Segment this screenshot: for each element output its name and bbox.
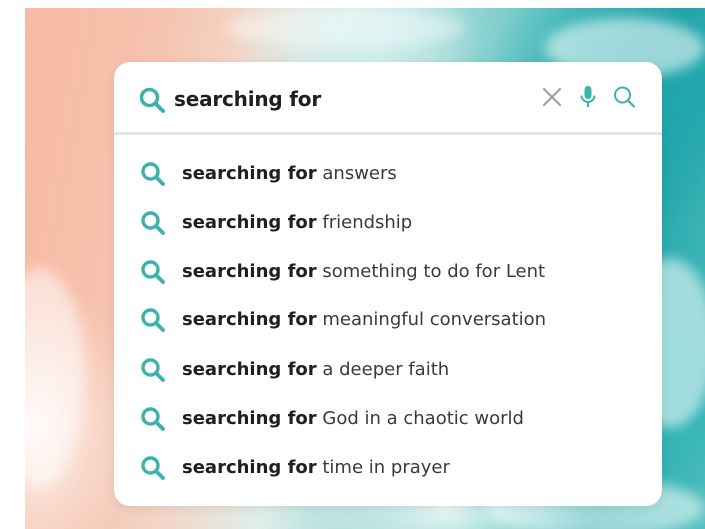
background-foam bbox=[25, 268, 85, 488]
suggestion-item[interactable]: searching for time in prayer bbox=[114, 451, 662, 491]
suggestion-completion: time in prayer bbox=[322, 457, 450, 478]
suggestion-prefix: searching for bbox=[182, 309, 317, 330]
suggestion-text: searching for friendship bbox=[182, 212, 412, 233]
suggestion-prefix: searching for bbox=[182, 359, 317, 380]
suggestion-item[interactable]: searching for answers bbox=[114, 157, 662, 197]
search-icon bbox=[141, 456, 165, 480]
search-icon bbox=[141, 162, 165, 186]
suggestion-completion: something to do for Lent bbox=[322, 261, 546, 282]
suggestion-item[interactable]: searching for something to do for Lent bbox=[114, 255, 662, 295]
suggestion-completion: a deeper faith bbox=[322, 359, 450, 380]
suggestion-prefix: searching for bbox=[182, 261, 317, 282]
search-tools bbox=[540, 84, 636, 110]
search-icon bbox=[141, 358, 165, 382]
search-icon bbox=[141, 260, 165, 284]
suggestion-prefix: searching for bbox=[182, 457, 317, 478]
search-icon bbox=[139, 87, 165, 113]
suggestion-completion: God in a chaotic world bbox=[322, 408, 524, 429]
suggestion-item[interactable]: searching for friendship bbox=[114, 206, 662, 246]
background-photo: searching for searching for answers sear… bbox=[25, 8, 705, 529]
suggestion-text: searching for time in prayer bbox=[182, 457, 450, 478]
suggestion-completion: friendship bbox=[322, 212, 413, 233]
suggestion-item[interactable]: searching for a deeper faith bbox=[114, 353, 662, 393]
search-query[interactable]: searching for bbox=[174, 87, 321, 111]
search-icon bbox=[141, 308, 165, 332]
suggestion-prefix: searching for bbox=[182, 212, 317, 233]
search-bar[interactable]: searching for bbox=[114, 62, 662, 135]
suggestion-text: searching for answers bbox=[182, 163, 397, 184]
search-icon bbox=[141, 211, 165, 235]
search-panel: searching for searching for answers sear… bbox=[114, 62, 662, 506]
suggestion-item[interactable]: searching for meaningful conversation bbox=[114, 303, 662, 343]
suggestion-completion: answers bbox=[322, 163, 397, 184]
suggestion-text: searching for a deeper faith bbox=[182, 359, 449, 380]
suggestion-item[interactable]: searching for God in a chaotic world bbox=[114, 402, 662, 442]
suggestion-completion: meaningful conversation bbox=[322, 309, 547, 330]
suggestion-text: searching for something to do for Lent bbox=[182, 261, 545, 282]
suggestion-prefix: searching for bbox=[182, 408, 317, 429]
search-icon bbox=[141, 407, 165, 431]
background-foam bbox=[225, 8, 465, 48]
close-icon[interactable] bbox=[540, 84, 564, 110]
search-icon[interactable] bbox=[612, 84, 636, 110]
suggestion-text: searching for God in a chaotic world bbox=[182, 408, 524, 429]
suggestion-text: searching for meaningful conversation bbox=[182, 309, 546, 330]
microphone-icon[interactable] bbox=[576, 84, 600, 110]
suggestion-prefix: searching for bbox=[182, 163, 317, 184]
